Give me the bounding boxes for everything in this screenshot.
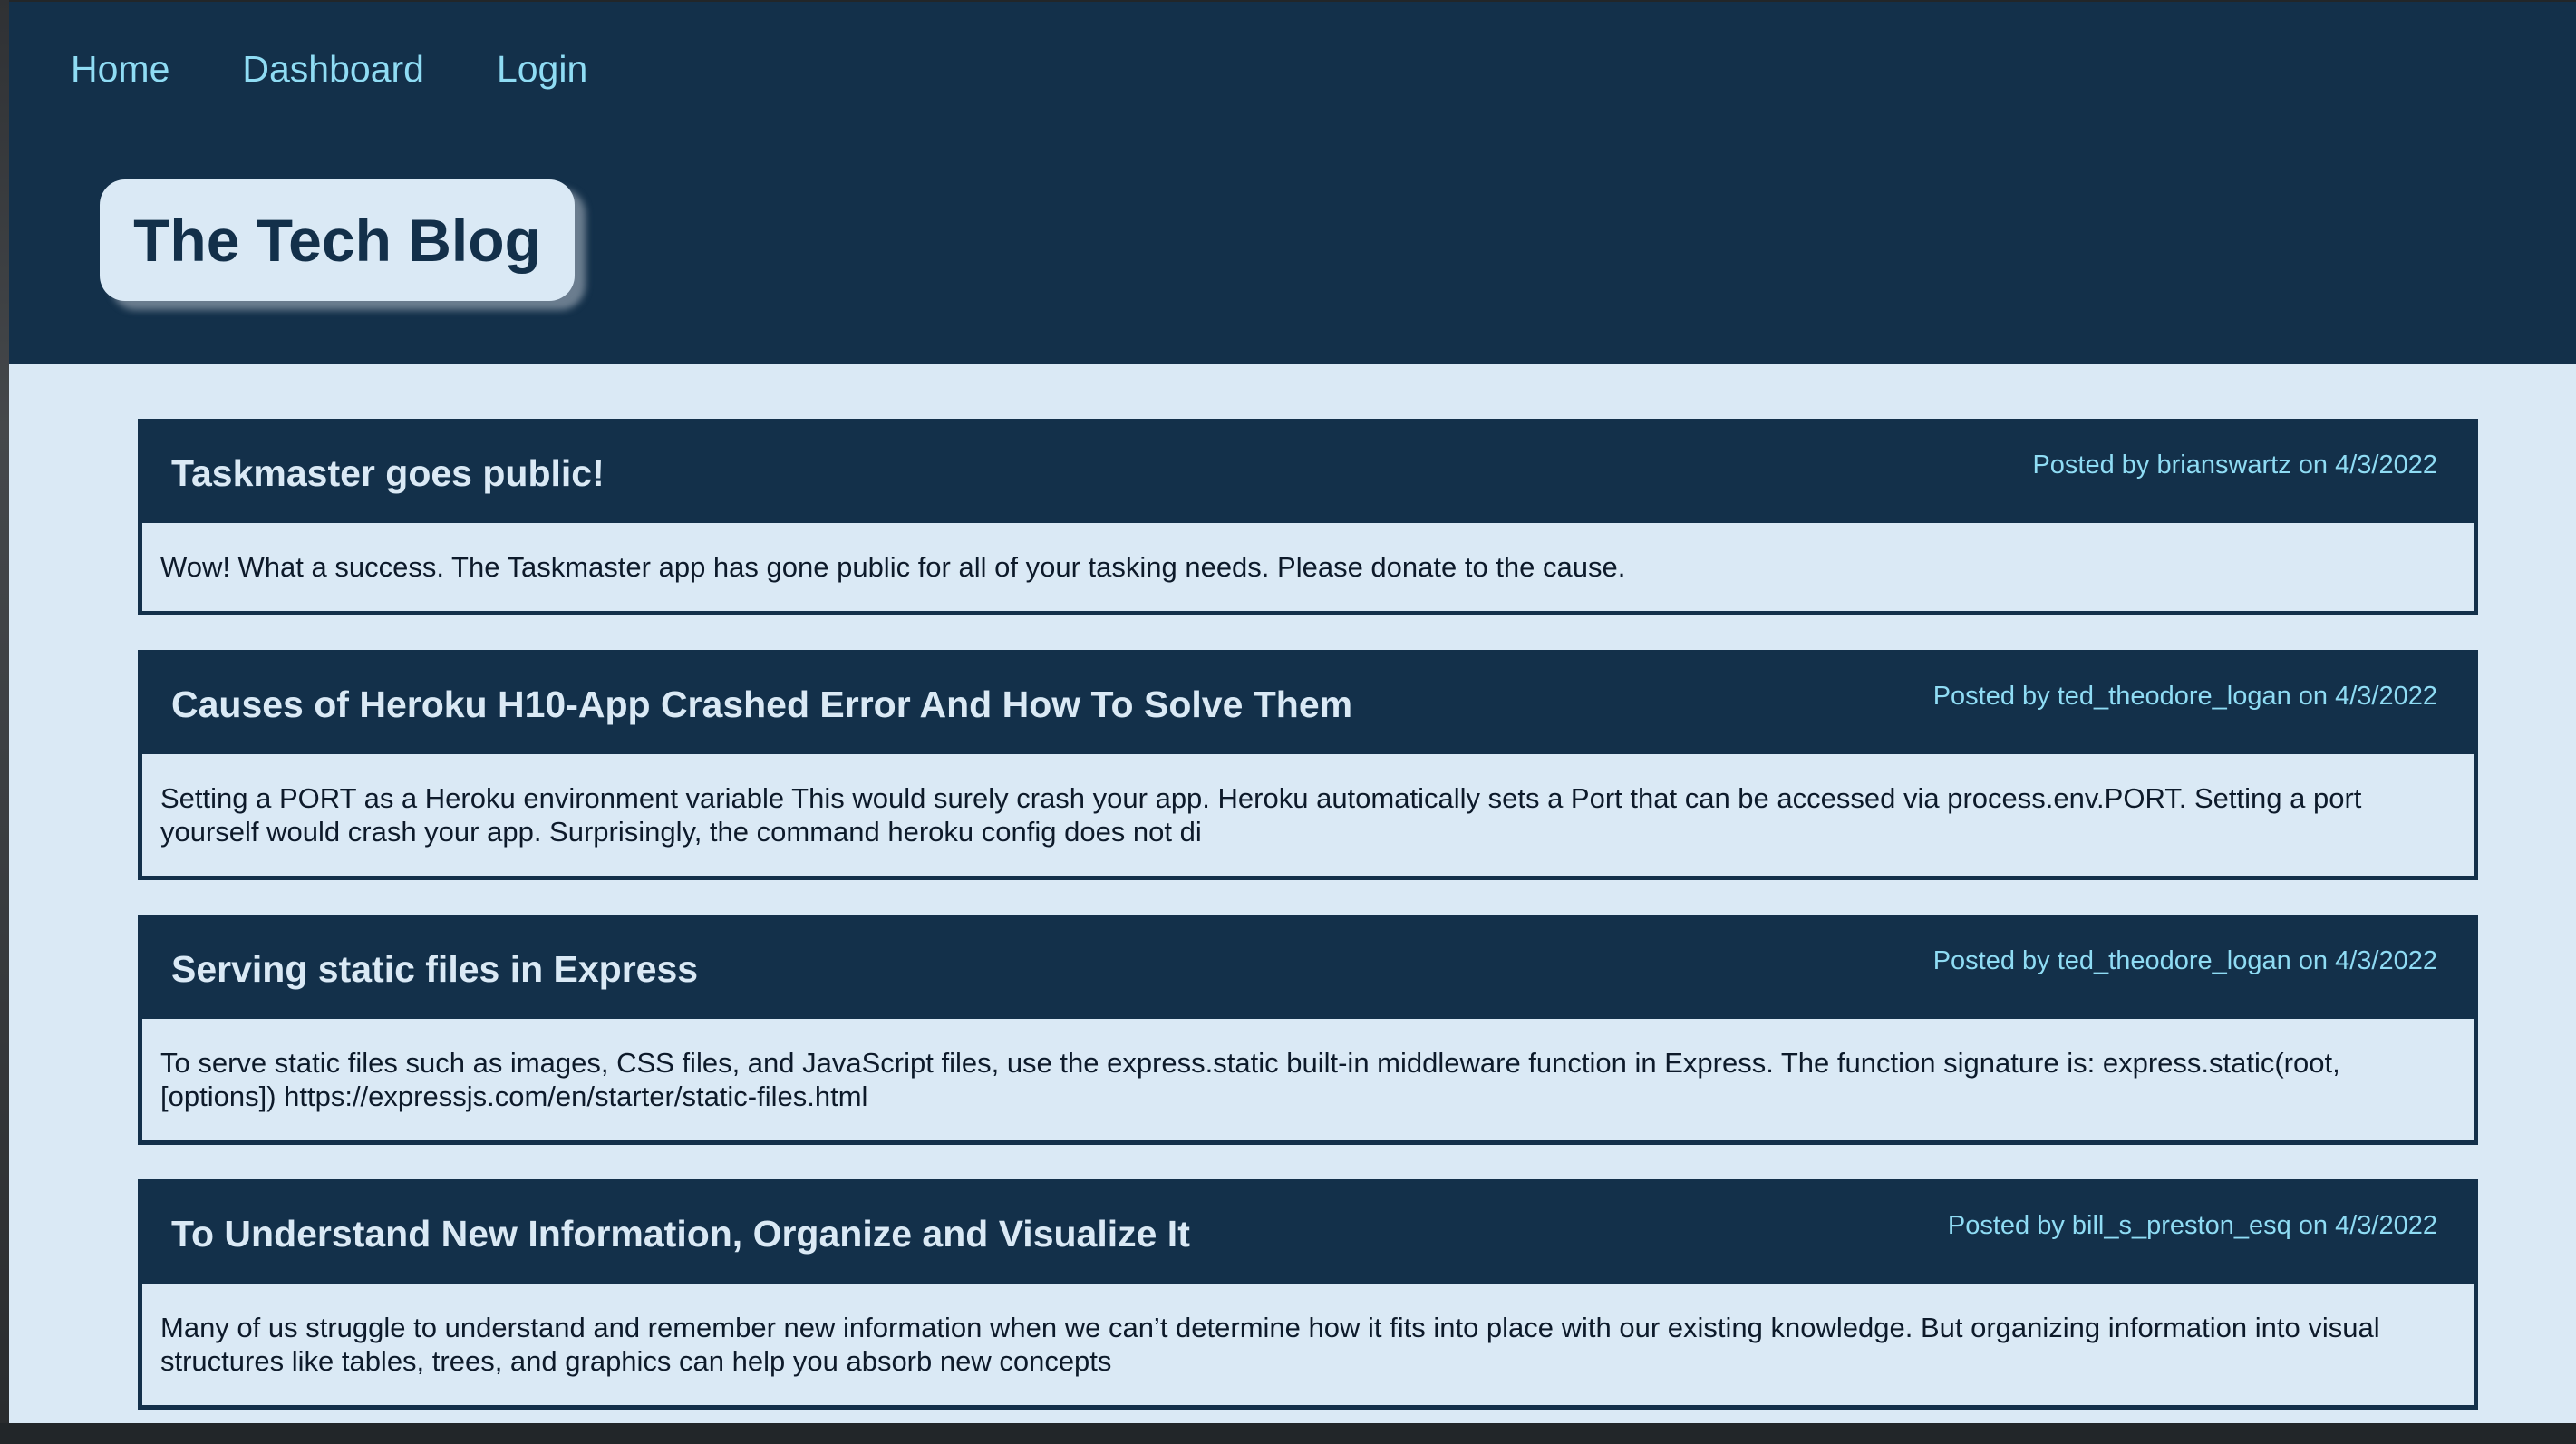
post-header: Serving static files in Express Posted b…	[142, 919, 2474, 1019]
site-title-card: The Tech Blog	[100, 179, 575, 301]
post-body: Many of us struggle to understand and re…	[160, 1312, 2380, 1377]
site-title: The Tech Blog	[133, 207, 541, 274]
post-title[interactable]: To Understand New Information, Organize …	[171, 1209, 1190, 1258]
post-title[interactable]: Causes of Heroku H10-App Crashed Error A…	[171, 680, 1352, 729]
post-header: Causes of Heroku H10-App Crashed Error A…	[142, 654, 2474, 754]
post-card[interactable]: Serving static files in Express Posted b…	[138, 915, 2478, 1145]
window-edge	[0, 0, 9, 1423]
post-card[interactable]: Taskmaster goes public! Posted by brians…	[138, 419, 2478, 615]
post-meta: Posted by bill_s_preston_esq on 4/3/2022	[1947, 1211, 2437, 1240]
site-header: Home Dashboard Login The Tech Blog	[9, 2, 2576, 364]
post-meta: Posted by brianswartz on 4/3/2022	[2032, 451, 2437, 480]
post-body: Setting a PORT as a Heroku environment v…	[160, 782, 2362, 848]
post-meta: Posted by ted_theodore_logan on 4/3/2022	[1932, 682, 2437, 711]
post-card[interactable]: Causes of Heroku H10-App Crashed Error A…	[138, 650, 2478, 880]
post-title[interactable]: Taskmaster goes public!	[171, 449, 605, 498]
nav-link-home[interactable]: Home	[71, 45, 169, 92]
nav-link-login[interactable]: Login	[497, 45, 587, 92]
post-body: Wow! What a success. The Taskmaster app …	[160, 551, 1626, 583]
post-title[interactable]: Serving static files in Express	[171, 945, 698, 993]
nav-link-dashboard[interactable]: Dashboard	[242, 45, 424, 92]
post-header: To Understand New Information, Organize …	[142, 1184, 2474, 1284]
post-header: Taskmaster goes public! Posted by brians…	[142, 423, 2474, 523]
post-card[interactable]: To Understand New Information, Organize …	[138, 1179, 2478, 1410]
post-list: Taskmaster goes public! Posted by brians…	[138, 419, 2478, 1444]
page: Home Dashboard Login The Tech Blog Taskm…	[9, 2, 2576, 1423]
main-nav: Home Dashboard Login	[71, 45, 587, 92]
post-body: To serve static files such as images, CS…	[160, 1047, 2340, 1112]
post-meta: Posted by ted_theodore_logan on 4/3/2022	[1932, 946, 2437, 975]
